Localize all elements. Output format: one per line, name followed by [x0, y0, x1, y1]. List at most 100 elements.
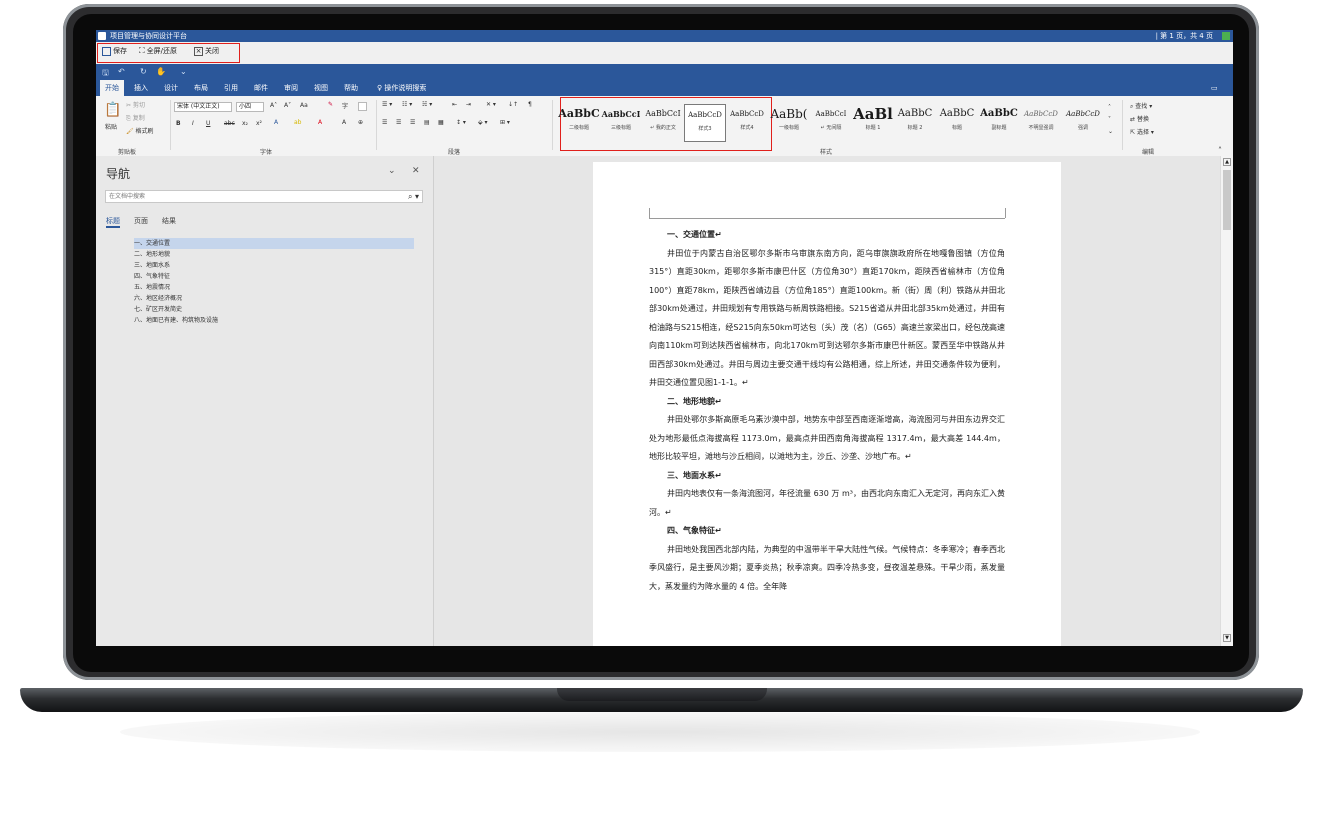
align-right-icon[interactable]: ☰ — [410, 119, 415, 126]
paste-button[interactable]: 粘贴 — [105, 122, 117, 131]
styles-more-icon[interactable]: ⌄ — [1108, 128, 1113, 135]
phonetic-guide-icon[interactable]: 字 — [342, 101, 348, 110]
select-button[interactable]: ⇱ 选择 ▾ — [1130, 127, 1154, 136]
tab-review[interactable]: 审阅 — [279, 80, 303, 96]
char-shading-icon[interactable]: A — [342, 119, 346, 126]
style-my-body[interactable]: AaBbCcI ↵ 我的正文 — [642, 104, 684, 142]
align-left-icon[interactable]: ☰ — [382, 119, 387, 126]
style-title2[interactable]: AaBbC 标题 2 — [894, 104, 936, 142]
nav-tab-pages[interactable]: 页面 — [134, 216, 148, 226]
tab-view[interactable]: 视图 — [309, 80, 333, 96]
shrink-font-icon[interactable]: A˅ — [284, 102, 291, 109]
align-center-icon[interactable]: ☰ — [396, 119, 401, 126]
undo-icon[interactable]: ↶ — [118, 67, 125, 76]
scroll-up-icon[interactable]: ▲ — [1223, 158, 1231, 166]
nav-tab-results[interactable]: 结果 — [162, 216, 176, 226]
nav-heading-item[interactable]: 二、地形地貌 — [134, 249, 414, 260]
grow-font-icon[interactable]: A˄ — [270, 102, 277, 109]
nav-heading-item[interactable]: 三、地面水系 — [134, 260, 414, 271]
sort-icon[interactable]: ↓↑ — [508, 101, 518, 108]
copy-button[interactable]: ⎘ 复制 — [126, 113, 145, 123]
nav-options-icon[interactable]: ⌄ — [388, 166, 396, 176]
paste-icon[interactable]: 📋 — [104, 102, 121, 118]
multilevel-list-icon[interactable]: ☵ ▾ — [422, 101, 432, 108]
font-color-icon[interactable]: A — [318, 119, 322, 126]
find-button[interactable]: ⌕ 查找 ▾ — [1130, 101, 1152, 111]
style-no-spacing[interactable]: AaBbCcI ↵ 无间隔 — [810, 104, 852, 142]
tab-layout[interactable]: 布局 — [189, 80, 213, 96]
tell-me-search[interactable]: ♀ 操作说明搜索 — [372, 80, 431, 96]
window-control-icon[interactable] — [1222, 32, 1230, 40]
style-heading1[interactable]: AaBb(一级标题 — [768, 104, 810, 142]
subscript-icon[interactable]: x₂ — [242, 120, 248, 127]
vertical-scrollbar[interactable]: ▲ ▼ — [1220, 156, 1233, 646]
clear-format-icon[interactable]: ✎ — [328, 101, 333, 108]
numbering-icon[interactable]: ☷ ▾ — [402, 101, 412, 108]
superscript-icon[interactable]: x² — [256, 120, 262, 127]
shading-icon[interactable]: ⬙ ▾ — [478, 119, 488, 126]
nav-heading-item[interactable]: 五、地震情况 — [134, 282, 414, 293]
nav-tab-headings[interactable]: 标题 — [106, 216, 120, 228]
style-title1[interactable]: AaBl 标题 1 — [852, 104, 894, 142]
close-button[interactable]: × 关闭 — [194, 46, 219, 56]
nav-heading-item[interactable]: 四、气象特征 — [134, 271, 414, 282]
line-spacing-icon[interactable]: ↕ ▾ — [456, 119, 466, 126]
tab-mailings[interactable]: 邮件 — [249, 80, 273, 96]
style-subtitle[interactable]: AaBbC 副标题 — [978, 104, 1020, 142]
styles-scroll-up-icon[interactable]: ˄ — [1108, 104, 1111, 111]
borders-icon[interactable]: ⊞ ▾ — [500, 119, 510, 126]
decrease-indent-icon[interactable]: ⇤ — [452, 101, 457, 108]
increase-indent-icon[interactable]: ⇥ — [466, 101, 471, 108]
nav-heading-item[interactable]: 六、地区经济概况 — [134, 293, 414, 304]
bold-icon[interactable]: B — [176, 120, 181, 127]
enclose-char-icon[interactable]: ⊕ — [358, 119, 363, 126]
scroll-thumb[interactable] — [1223, 170, 1231, 230]
change-case-button[interactable]: Aa — [300, 102, 308, 109]
strikethrough-icon[interactable]: abc — [224, 120, 235, 127]
nav-close-icon[interactable]: ✕ — [412, 166, 420, 176]
font-name-select[interactable]: 宋体 (中文正文) — [174, 102, 232, 112]
nav-heading-item[interactable]: 七、矿区开发简史 — [134, 304, 414, 315]
style-emphasis[interactable]: AaBbCcD 强调 — [1062, 104, 1104, 142]
search-icon[interactable]: ⌕ ▾ — [408, 191, 419, 202]
tab-insert[interactable]: 插入 — [129, 80, 153, 96]
redo-icon[interactable]: ↻ — [140, 67, 147, 76]
comments-icon[interactable]: ▭ — [1206, 80, 1223, 96]
text-effects-icon[interactable]: A — [274, 119, 278, 126]
nav-search-input[interactable]: 在文档中搜索 ⌕ ▾ — [105, 190, 423, 203]
document-body[interactable]: 一、交通位置↵ 井田位于内蒙古自治区鄂尔多斯市乌审旗东南方向，距乌审旗旗政府所在… — [649, 226, 1005, 596]
style-title[interactable]: AaBbC 标题 — [936, 104, 978, 142]
font-size-select[interactable]: 小四 — [236, 102, 264, 112]
style-4[interactable]: AaBbCcD 样式4 — [726, 104, 768, 142]
bullets-icon[interactable]: ☰ ▾ — [382, 101, 392, 108]
underline-icon[interactable]: U — [206, 120, 210, 127]
fullscreen-button[interactable]: ⛶ 全屏/还原 — [139, 46, 177, 56]
nav-heading-item[interactable]: 一、交通位置 — [134, 238, 414, 249]
nav-heading-item[interactable]: 八、地面已有建、构筑物及设施 — [134, 315, 414, 326]
italic-icon[interactable]: I — [192, 120, 194, 127]
style-heading2[interactable]: AaBbC 二级标题 — [558, 104, 600, 142]
styles-scroll-down-icon[interactable]: ˅ — [1108, 116, 1111, 123]
distributed-icon[interactable]: ▦ — [438, 119, 444, 126]
qat-save-icon[interactable]: 🖫 — [102, 67, 109, 81]
char-border-icon[interactable] — [358, 102, 367, 111]
justify-icon[interactable]: ▤ — [424, 119, 430, 126]
tab-home[interactable]: 开始 — [100, 80, 124, 96]
document-page[interactable]: 一、交通位置↵ 井田位于内蒙古自治区鄂尔多斯市乌审旗东南方向，距乌审旗旗政府所在… — [593, 162, 1061, 646]
save-button[interactable]: 保存 — [102, 46, 127, 56]
touch-mode-icon[interactable]: ✋ — [156, 67, 166, 76]
tab-design[interactable]: 设计 — [159, 80, 183, 96]
replace-button[interactable]: ⇄ 替换 — [1130, 114, 1149, 123]
style-subtle-emphasis[interactable]: AaBbCcD 不明显强调 — [1020, 104, 1062, 142]
format-painter-button[interactable]: 🖌 格式刷 — [126, 126, 154, 135]
chinese-layout-icon[interactable]: ✕ ▾ — [486, 101, 496, 108]
highlight-icon[interactable]: ab — [294, 119, 302, 126]
customize-qat-icon[interactable]: ⌄ — [180, 67, 187, 76]
tab-references[interactable]: 引用 — [219, 80, 243, 96]
show-marks-icon[interactable]: ¶ — [528, 101, 532, 108]
style-3[interactable]: AaBbCcD 样式3 — [684, 104, 726, 142]
tab-help[interactable]: 帮助 — [339, 80, 363, 96]
collapse-ribbon-icon[interactable]: ˄ — [1218, 146, 1222, 155]
style-heading3[interactable]: AaBbCcI 三级标题 — [600, 104, 642, 142]
scroll-down-icon[interactable]: ▼ — [1223, 634, 1231, 642]
